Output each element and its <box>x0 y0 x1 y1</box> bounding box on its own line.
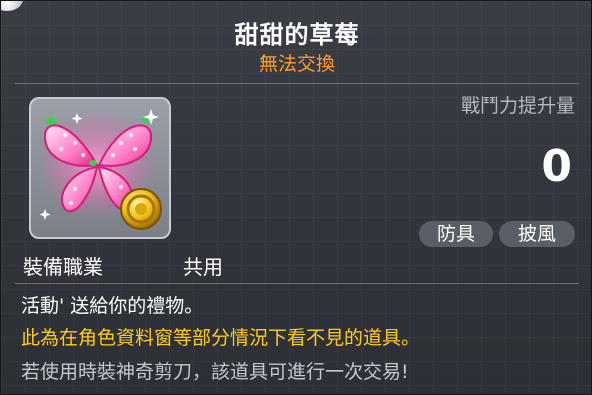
power-increase-label: 戰鬥力提升量 <box>460 95 575 117</box>
power-increase-value: 0 <box>541 141 572 192</box>
gold-coin-icon <box>120 188 162 230</box>
trade-status: 無法交換 <box>258 53 335 75</box>
equip-job-value: 共用 <box>183 255 223 279</box>
description-line-gift: 活動' 送給你的禮物。 <box>21 295 204 317</box>
equip-job-label: 裝備職業 <box>23 255 103 279</box>
description-divider <box>15 283 579 284</box>
tag-armor: 防具 <box>419 221 493 247</box>
tag-cape: 披風 <box>499 221 575 247</box>
item-icon-frame <box>29 97 171 239</box>
item-name: 甜甜的草莓 <box>234 21 360 49</box>
description-line-hidden-warning: 此為在角色資料窗等部分情況下看不見的道具。 <box>21 327 421 349</box>
description-line-trade-info: 若使用時裝神奇剪刀，該道具可進行一次交易! <box>21 361 409 383</box>
header-divider <box>15 83 579 84</box>
item-tooltip: 甜甜的草莓 無法交換 戰鬥力提升量 0 防具 披風 裝備職業 共用 活動' 送給… <box>0 0 592 395</box>
